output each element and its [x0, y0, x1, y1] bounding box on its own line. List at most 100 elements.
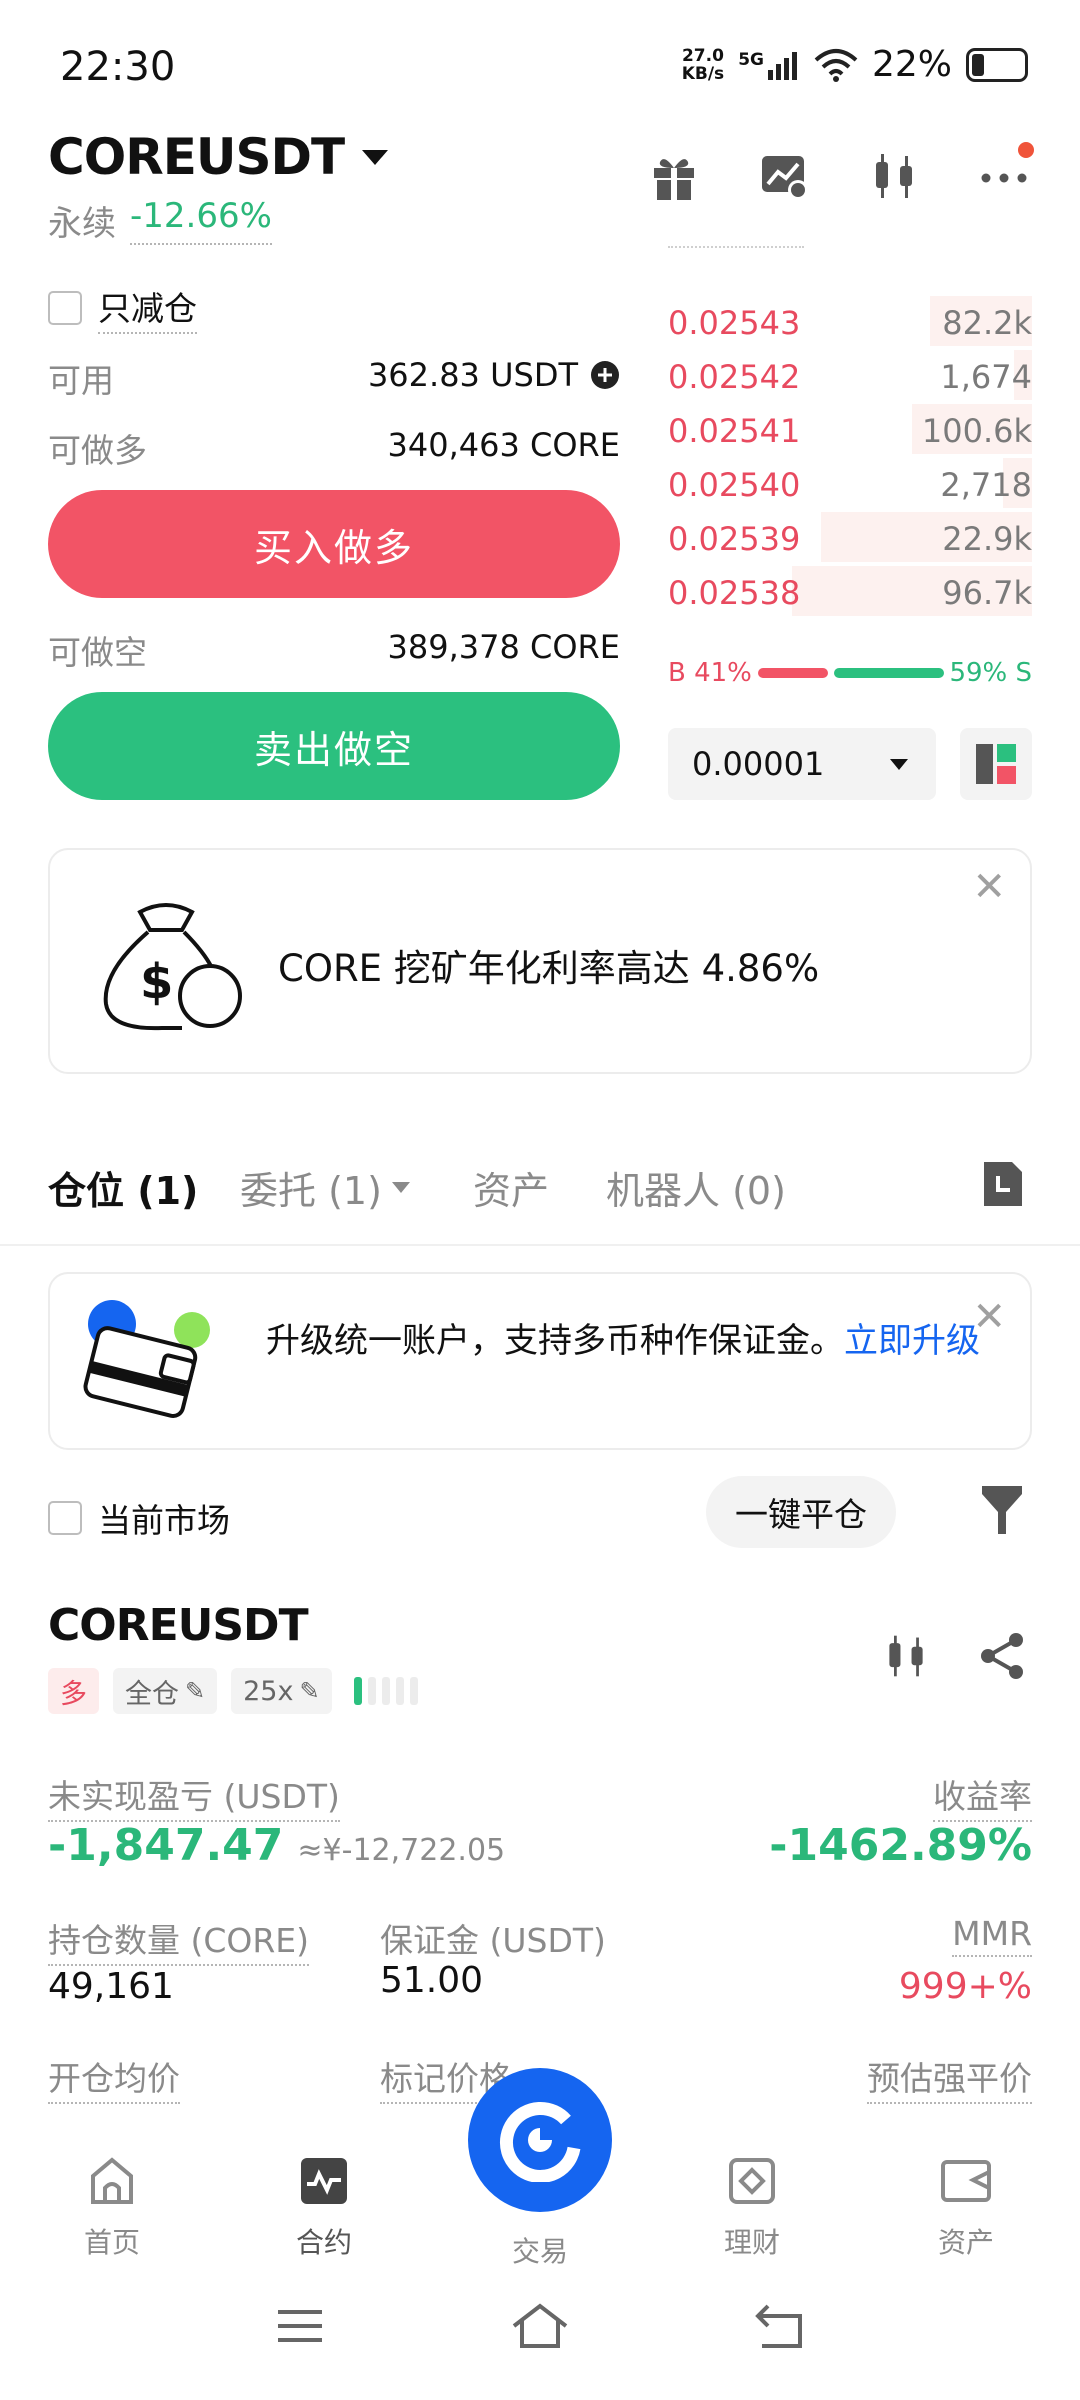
close-all-button[interactable]: 一键平仓 [706, 1476, 896, 1548]
network-speed: 27.0 KB/s [681, 45, 725, 84]
margin-mode-tag[interactable]: 全仓 ✎ [113, 1668, 218, 1714]
ask-quantity: 100.6k [921, 412, 1032, 450]
orderbook-ask-row[interactable]: 0.02542 1,674 [668, 350, 1032, 400]
trade-logo-icon [499, 2101, 581, 2182]
tab-orders[interactable]: 委托 (1) [240, 1160, 410, 1215]
battery-icon [966, 47, 1028, 82]
current-market-label: 当前市场 [98, 1501, 230, 1540]
ask-quantity: 82.2k [942, 304, 1032, 342]
tab-bots[interactable]: 机器人 (0) [606, 1160, 786, 1215]
can-short-label: 可做空 [48, 633, 147, 672]
ask-price: 0.02541 [668, 412, 801, 450]
more-icon[interactable] [978, 142, 1034, 202]
nav-home[interactable]: 首页 [52, 2156, 172, 2261]
can-long-value: 340,463 CORE [387, 426, 620, 464]
precision-select[interactable]: 0.00001 [668, 728, 936, 800]
menu-icon[interactable] [276, 2306, 324, 2346]
orderbook-ask-row[interactable]: 0.02540 2,718 [668, 458, 1032, 508]
leverage-tag[interactable]: 25x ✎ [231, 1668, 332, 1714]
reduce-only-label: 只减仓 [98, 282, 197, 334]
position-tags: 多 全仓 ✎ 25x ✎ [48, 1668, 418, 1714]
available-label: 可用 [48, 361, 114, 400]
reduce-only-checkbox[interactable] [48, 291, 82, 325]
candlestick-icon[interactable] [868, 150, 920, 202]
close-icon[interactable]: ✕ [972, 1294, 1006, 1340]
filter-icon[interactable] [980, 1484, 1024, 1536]
nav-assets[interactable]: 资产 [906, 2156, 1026, 2261]
ask-quantity: 1,674 [940, 358, 1032, 396]
home-icon [91, 2157, 133, 2204]
available-value: 362.83 USDT [367, 356, 578, 394]
available-balance: 362.83 USDT [368, 356, 620, 394]
history-icon[interactable] [980, 1160, 1024, 1210]
orderbook-header-divider [668, 246, 804, 248]
notification-badge [1018, 142, 1034, 158]
can-long-label: 可做多 [48, 431, 147, 470]
reduce-only-option[interactable]: 只减仓 [48, 282, 197, 334]
upgrade-link[interactable]: 立即升级 [844, 1321, 980, 1361]
add-funds-icon[interactable] [590, 360, 620, 390]
tab-assets[interactable]: 资产 [473, 1160, 549, 1215]
chevron-down-icon [362, 149, 389, 165]
nav-futures[interactable]: 合约 [264, 2156, 384, 2261]
unrealized-pnl: -1,847.47 ≈¥-12,722.05 [48, 1820, 505, 1871]
promo-banner[interactable]: $ CORE 挖矿年化利率高达 4.86% ✕ [48, 848, 1032, 1074]
nav-trade-label[interactable]: 交易 [480, 2230, 600, 2270]
roe-value: -1462.89% [769, 1820, 1032, 1871]
margin-value: 51.00 [380, 1960, 484, 2001]
unrealized-pnl-value: -1,847.47 [48, 1820, 284, 1871]
adl-indicator [353, 1677, 418, 1705]
futures-icon [301, 2158, 347, 2204]
nav-home-label: 首页 [83, 2226, 140, 2259]
ask-quantity: 22.9k [942, 520, 1032, 558]
tab-positions[interactable]: 仓位 (1) [48, 1160, 198, 1215]
orderbook-layout-button[interactable] [960, 728, 1032, 800]
margin-label: 保证金 (USDT) [380, 1921, 606, 1960]
battery-percent: 22% [871, 44, 952, 85]
gift-icon[interactable] [648, 150, 700, 202]
symbol-selector[interactable]: COREUSDT [48, 128, 389, 186]
share-icon[interactable] [978, 1632, 1026, 1680]
position-tabs: 仓位 (1) 委托 (1) 资产 机器人 (0) [48, 1160, 1038, 1213]
current-market-filter[interactable]: 当前市场 [48, 1494, 230, 1542]
mmr-value: 999+% [898, 1966, 1032, 2007]
edit-icon: ✎ [185, 1677, 206, 1705]
contract-type: 永续 [48, 204, 116, 244]
buy-long-button[interactable]: 买入做多 [48, 490, 620, 598]
precision-value: 0.00001 [692, 745, 825, 783]
back-icon[interactable] [754, 2302, 804, 2350]
status-icons: 27.0 KB/s 5G 22% [682, 44, 1028, 85]
layout-icon [976, 744, 1016, 784]
price-change: -12.66% [130, 196, 272, 245]
ask-price: 0.02540 [668, 466, 801, 504]
nav-assets-label: 资产 [937, 2226, 994, 2259]
unrealized-pnl-label: 未实现盈亏 (USDT) [48, 1770, 340, 1822]
ask-quantity: 96.7k [942, 574, 1032, 612]
candlestick-icon[interactable] [882, 1632, 930, 1680]
orderbook-ask-row[interactable]: 0.02543 82.2k [668, 296, 1032, 346]
nav-earn[interactable]: 理财 [692, 2156, 812, 2261]
entry-price-label: 开仓均价 [48, 2052, 180, 2104]
ask-price: 0.02538 [668, 574, 801, 612]
orderbook-ask-row[interactable]: 0.02539 22.9k [668, 512, 1032, 562]
ratio-bar-buy [758, 668, 828, 678]
ask-quantity: 2,718 [940, 466, 1032, 504]
orderbook-ask-row[interactable]: 0.02538 96.7k [668, 566, 1032, 616]
ask-price: 0.02542 [668, 358, 801, 396]
orderbook-ask-row[interactable]: 0.02541 100.6k [668, 404, 1032, 454]
symbol-name: COREUSDT [48, 128, 345, 186]
upgrade-banner[interactable]: 升级统一账户，支持多币种作保证金。立即升级 ✕ [48, 1272, 1032, 1450]
chart-settings-icon[interactable] [758, 150, 810, 202]
current-market-checkbox[interactable] [48, 1501, 82, 1535]
sell-short-button[interactable]: 卖出做空 [48, 692, 620, 800]
roe-label: 收益率 [933, 1770, 1032, 1822]
trade-fab-button[interactable] [468, 2068, 612, 2212]
home-nav-icon[interactable] [510, 2302, 570, 2350]
promo-text: CORE 挖矿年化利率高达 4.86% [278, 947, 820, 990]
liq-price-label: 预估强平价 [867, 2052, 1032, 2104]
ask-price: 0.02539 [668, 520, 801, 558]
ratio-bar-sell [834, 668, 944, 678]
close-icon[interactable]: ✕ [972, 864, 1006, 910]
upgrade-text: 升级统一账户，支持多币种作保证金。 [266, 1321, 844, 1361]
can-short-value: 389,378 CORE [387, 628, 620, 666]
